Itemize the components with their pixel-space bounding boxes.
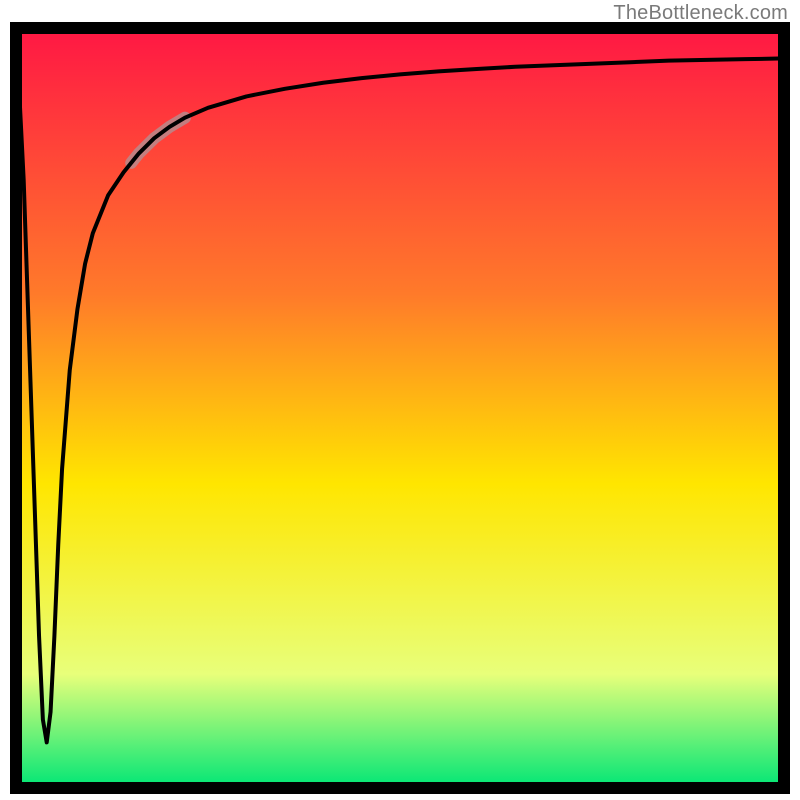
plot-background: [16, 28, 784, 788]
bottleneck-chart: [0, 0, 800, 800]
chart-container: TheBottleneck.com: [0, 0, 800, 800]
attribution-label: TheBottleneck.com: [613, 2, 788, 25]
